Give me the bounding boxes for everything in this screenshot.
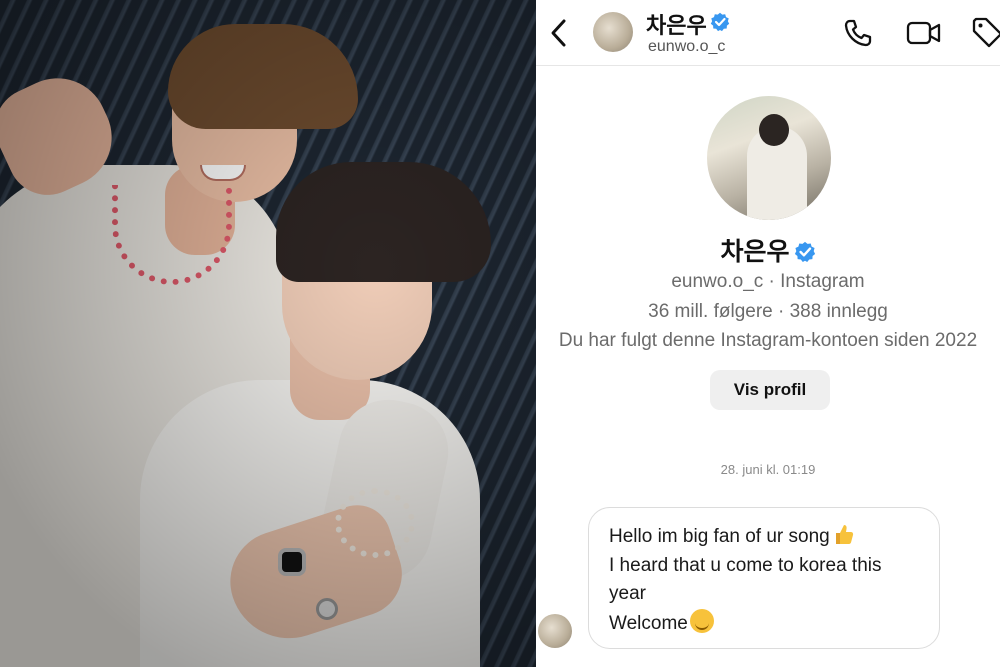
message-bubble[interactable]: Hello im big fan of ur song I heard that… bbox=[588, 507, 940, 649]
video-camera-icon[interactable] bbox=[906, 17, 942, 49]
photo-shading bbox=[0, 0, 536, 667]
profile-handle-line: eunwo.o_c · Instagram bbox=[671, 271, 865, 292]
phone-icon[interactable] bbox=[842, 17, 874, 49]
header-handle: eunwo.o_c bbox=[648, 38, 726, 55]
tag-icon[interactable] bbox=[970, 15, 1000, 49]
message-line-3: Welcome bbox=[609, 612, 688, 634]
thumbs-up-icon bbox=[835, 525, 853, 544]
back-button[interactable] bbox=[546, 16, 574, 50]
header-name[interactable]: 차은우 bbox=[646, 8, 707, 40]
message-avatar[interactable] bbox=[538, 614, 572, 648]
dm-chat-panel: 차은우 eunwo.o_c 차은우 eunwo.o_c · Instagram … bbox=[536, 0, 1000, 667]
profile-name: 차은우 bbox=[536, 232, 1000, 268]
chat-header: 차은우 eunwo.o_c bbox=[536, 0, 1000, 66]
profile-stats-line: 36 mill. følgere · 388 innlegg bbox=[648, 301, 888, 322]
message-text: Hello im big fan of ur song I heard that… bbox=[609, 522, 919, 638]
profile-avatar[interactable] bbox=[707, 96, 831, 220]
message-timestamp: 28. juni kl. 01:19 bbox=[720, 462, 816, 477]
photo-panel bbox=[0, 0, 536, 667]
hugging-face-icon bbox=[689, 608, 714, 633]
message-line-2: I heard that u come to korea this year bbox=[609, 554, 882, 605]
verified-badge-icon bbox=[794, 241, 815, 263]
header-avatar[interactable] bbox=[593, 12, 633, 52]
chevron-left-icon bbox=[551, 19, 566, 47]
view-profile-button[interactable]: Vis profil bbox=[710, 370, 830, 410]
message-line-1: Hello im big fan of ur song bbox=[609, 526, 830, 547]
profile-name-text: 차은우 bbox=[720, 237, 790, 266]
verified-badge-icon bbox=[710, 12, 730, 32]
profile-follow-line: Du har fulgt denne Instagram-kontoen sid… bbox=[558, 330, 978, 351]
